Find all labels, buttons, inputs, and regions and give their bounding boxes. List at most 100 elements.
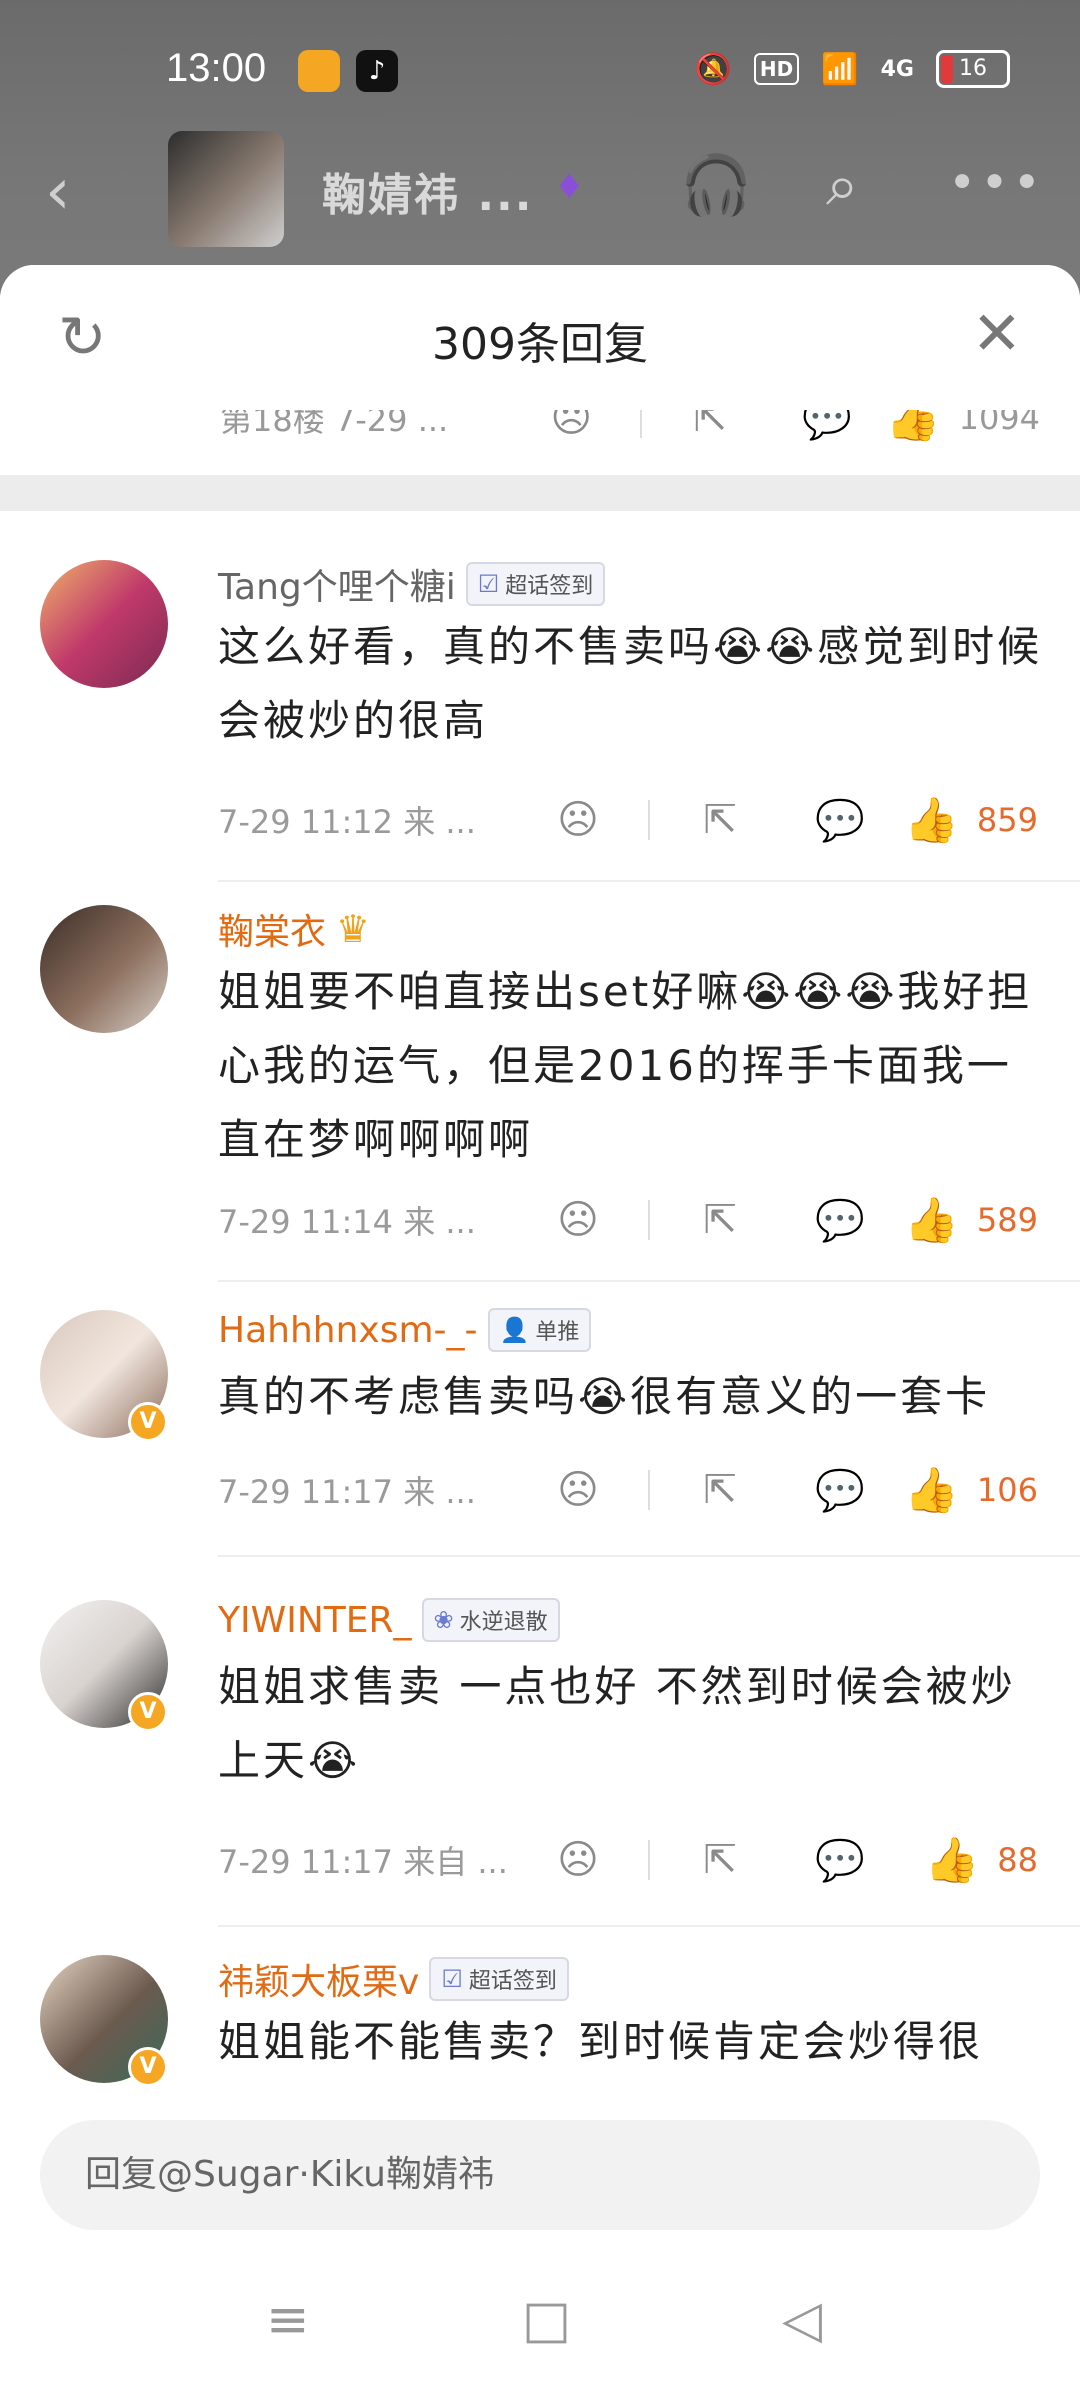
share-icon[interactable]: ⇱ bbox=[660, 1837, 780, 1883]
comment-text: 真的不考虑售卖吗😭很有意义的一套卡 bbox=[218, 1372, 991, 1421]
comment-time: 7-29 11:17 来自 ... bbox=[218, 1843, 508, 1881]
weibo-app-icon bbox=[298, 50, 340, 92]
search-icon[interactable]: ⌕ bbox=[826, 151, 858, 220]
clock: 13:00 bbox=[166, 46, 267, 90]
lotus-icon: ❀ bbox=[433, 1606, 454, 1634]
tag-text: 超话签到 bbox=[468, 1969, 557, 1994]
group-avatar[interactable] bbox=[168, 131, 284, 247]
checkin-icon: ☑ bbox=[441, 1965, 463, 1993]
sheet-header: ↻ 309条回复 ✕ bbox=[0, 265, 1080, 410]
username-text: Hahhhnxsm-_- bbox=[218, 1309, 478, 1351]
divider bbox=[218, 880, 1080, 882]
username-text: YIWINTER_ bbox=[218, 1599, 412, 1641]
tag-text: 单推 bbox=[535, 1320, 580, 1345]
comment-text: 姐姐求售卖 一点也好 不然到时候会被炒上天😭 bbox=[218, 1662, 1016, 1785]
like-button[interactable]: 👍 1094 bbox=[886, 410, 1040, 444]
comment-actions: 7-29 11:14 来 ... ☹ ⇱ 💬 👍 589 bbox=[218, 1190, 1038, 1250]
like-count: 859 bbox=[976, 801, 1038, 839]
battery-level: 16 bbox=[959, 56, 987, 81]
comment-icon[interactable]: 💬 bbox=[780, 1467, 900, 1514]
share-icon[interactable]: ⇱ bbox=[660, 1467, 780, 1513]
user-tag: ❀ 水逆退散 bbox=[421, 1598, 560, 1642]
comment-actions: 7-29 11:12 来 ... ☹ ⇱ 💬 👍 859 bbox=[218, 790, 1038, 850]
thumb-up-icon: 👍 bbox=[904, 1195, 959, 1246]
wifi-icon: 📶 bbox=[821, 51, 859, 87]
comment-time: 7-29 11:17 来 ... bbox=[218, 1473, 476, 1511]
status-bar: 13:00 ♪ 🔕 HD 📶 4G 16 bbox=[0, 40, 1080, 110]
thumb-up-icon: 👍 bbox=[904, 795, 959, 846]
like-button[interactable]: 👍 589 bbox=[904, 1194, 1038, 1246]
prev-meta: 第18楼 7-29 ... bbox=[220, 410, 449, 439]
crown-badge-icon: ♛ bbox=[336, 907, 371, 951]
system-nav-bar: ≡ □ ◁ bbox=[0, 2270, 1080, 2380]
like-count: 106 bbox=[976, 1471, 1038, 1509]
verified-badge-icon: V bbox=[128, 2047, 168, 2087]
listen-icon[interactable]: 🎧 bbox=[680, 151, 752, 220]
checkin-icon: ☑ bbox=[477, 570, 500, 598]
comment-icon[interactable]: 💬 bbox=[780, 1837, 900, 1884]
tag-text: 超话签到 bbox=[505, 574, 594, 599]
dislike-icon[interactable]: ☹ bbox=[518, 797, 638, 843]
share-icon[interactable]: ⇱ bbox=[660, 797, 780, 843]
section-divider bbox=[0, 475, 1080, 511]
dislike-icon[interactable]: ☹ bbox=[518, 1467, 638, 1513]
previous-comment-meta: 第18楼 7-29 ... ☹ ⇱ 💬 👍 1094 bbox=[0, 410, 1080, 470]
username-text: 祎颖大板栗v bbox=[218, 1962, 420, 2003]
dislike-icon[interactable]: ☹ bbox=[518, 1197, 638, 1243]
divider bbox=[218, 1925, 1080, 1927]
more-icon[interactable]: ••• bbox=[948, 155, 1045, 211]
vip-badge-icon: ♦ bbox=[554, 167, 585, 207]
hd-icon: HD bbox=[753, 53, 800, 85]
comment-icon[interactable]: 💬 bbox=[780, 1197, 900, 1244]
username[interactable]: YIWINTER_ ❀ 水逆退散 bbox=[218, 1598, 560, 1642]
network-label: 4G bbox=[880, 56, 914, 82]
reply-input[interactable]: 回复@Sugar·Kiku鞠婧祎 bbox=[40, 2120, 1040, 2230]
username-text: 鞠棠衣 bbox=[218, 912, 327, 953]
verified-badge-icon: V bbox=[128, 1692, 168, 1732]
username[interactable]: 祎颖大板栗v ☑ 超话签到 bbox=[218, 1953, 569, 2005]
thumb-up-icon: 👍 bbox=[924, 1835, 980, 1886]
comment-icon[interactable]: 💬 bbox=[769, 410, 886, 442]
person-icon: 👤 bbox=[499, 1316, 530, 1344]
share-icon[interactable]: ⇱ bbox=[660, 1197, 780, 1243]
avatar[interactable] bbox=[40, 905, 168, 1033]
user-tag: ☑ 超话签到 bbox=[429, 1957, 569, 2001]
username[interactable]: Tang个哩个糖i ☑ 超话签到 bbox=[218, 558, 606, 610]
divider bbox=[218, 1280, 1080, 1282]
menu-icon[interactable]: ≡ bbox=[266, 2290, 310, 2350]
dislike-icon[interactable]: ☹ bbox=[518, 1837, 638, 1883]
comment-actions: 7-29 11:17 来 ... ☹ ⇱ 💬 👍 106 bbox=[218, 1460, 1038, 1520]
tag-text: 水逆退散 bbox=[459, 1610, 548, 1635]
thumb-up-icon: 👍 bbox=[904, 1465, 959, 1516]
verified-badge-icon: V bbox=[128, 1402, 168, 1442]
close-icon[interactable]: ✕ bbox=[972, 299, 1022, 369]
back-nav-icon[interactable]: ◁ bbox=[782, 2290, 822, 2350]
share-icon[interactable]: ⇱ bbox=[652, 410, 769, 441]
username[interactable]: Hahhhnxsm-_- 👤 单推 bbox=[218, 1308, 592, 1352]
like-button[interactable]: 👍 859 bbox=[904, 794, 1038, 846]
user-tag: ☑ 超话签到 bbox=[465, 562, 606, 606]
comment-icon[interactable]: 💬 bbox=[780, 797, 900, 844]
comment-time: 7-29 11:14 来 ... bbox=[218, 1203, 476, 1241]
home-icon[interactable]: □ bbox=[522, 2290, 571, 2350]
top-nav: ‹ 鞠婧祎 ... ♦ 🎧 ⌕ ••• bbox=[0, 125, 1080, 255]
comment-text: 姐姐要不咱直接出set好嘛😭😭😭我好担心我的运气，但是2016的挥手卡面我一直在… bbox=[218, 967, 1033, 1164]
like-count: 1094 bbox=[958, 410, 1041, 437]
like-count: 88 bbox=[997, 1841, 1038, 1879]
comment-text: 姐姐能不能售卖？到时候肯定会炒得很 bbox=[218, 2017, 984, 2066]
page-title[interactable]: 鞠婧祎 ... bbox=[322, 159, 533, 223]
tiktok-app-icon: ♪ bbox=[356, 50, 398, 92]
user-tag: 👤 单推 bbox=[487, 1308, 592, 1352]
dislike-icon[interactable]: ☹ bbox=[513, 410, 630, 441]
back-icon[interactable]: ‹ bbox=[45, 155, 71, 229]
comment-time: 7-29 11:12 来 ... bbox=[218, 803, 476, 841]
comment-actions: 7-29 11:17 来自 ... ☹ ⇱ 💬 👍 88 bbox=[218, 1830, 1038, 1890]
like-count: 589 bbox=[976, 1201, 1038, 1239]
avatar[interactable] bbox=[40, 560, 168, 688]
comment-text: 这么好看，真的不售卖吗😭😭感觉到时候会被炒的很高 bbox=[218, 622, 1043, 745]
divider bbox=[218, 1555, 1080, 1557]
thumb-up-icon: 👍 bbox=[885, 410, 941, 444]
like-button[interactable]: 👍 88 bbox=[924, 1834, 1038, 1886]
like-button[interactable]: 👍 106 bbox=[904, 1464, 1038, 1516]
username[interactable]: 鞠棠衣 ♛ bbox=[218, 903, 370, 955]
